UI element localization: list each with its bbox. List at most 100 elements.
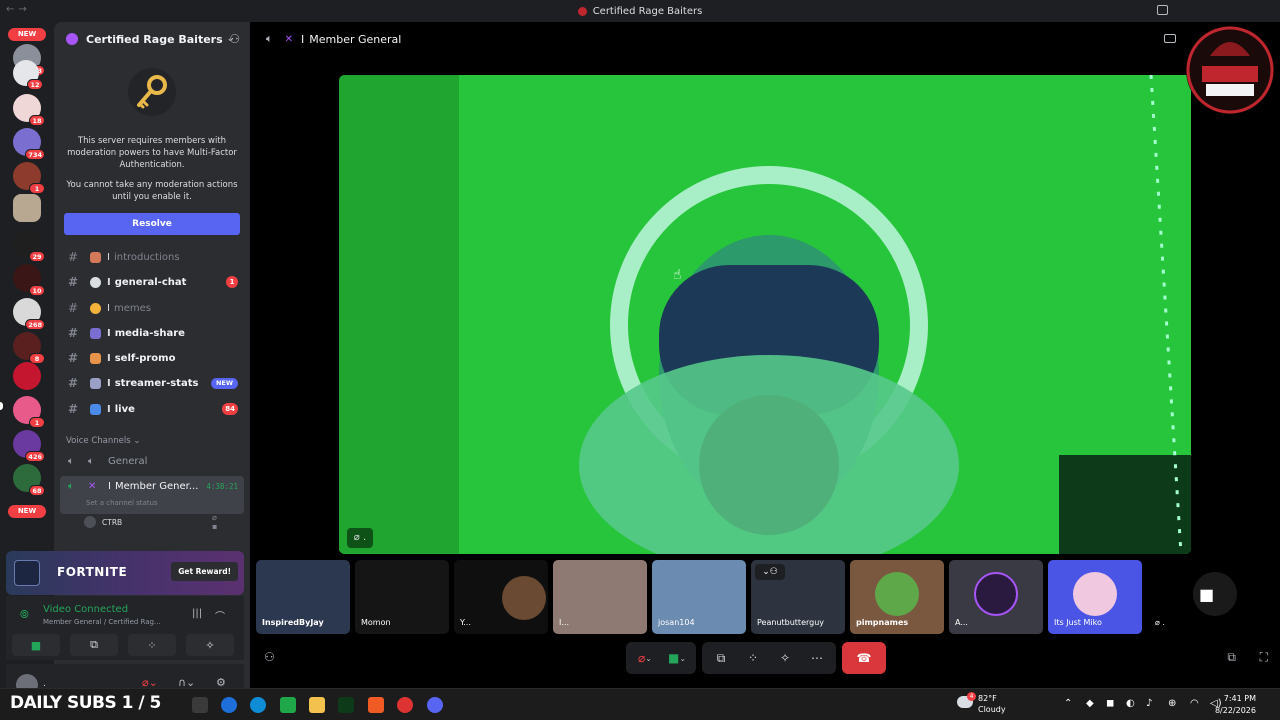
channel-status[interactable]: Set a channel status [86, 499, 158, 507]
channel-self-promo[interactable]: # I self-promo [60, 347, 244, 369]
server-icon-6[interactable] [13, 194, 41, 222]
server-icon-5[interactable]: 1 [13, 162, 45, 194]
channel-live[interactable]: # I live 84 [60, 398, 244, 420]
screen-share-button[interactable]: ⧉ [70, 634, 118, 656]
channel-general-chat[interactable]: # I general-chat 1 [60, 271, 244, 293]
voice-channel-member-general[interactable]: 🔈︎ ✕ I Member Gener... 4:38:21 Set a cha… [60, 476, 244, 514]
participant-tile[interactable]: InspiredByJay [256, 560, 350, 634]
participant-name: I... [559, 618, 569, 627]
server-icon-9[interactable]: 268 [13, 298, 45, 330]
microphone-icon[interactable]: ♪ [1146, 698, 1152, 709]
mention-badge: 268 [25, 319, 45, 330]
focused-video[interactable]: ☝︎ ⌀ . [339, 75, 1191, 554]
signal-icon[interactable]: ⦾ [20, 608, 29, 622]
participant-tile[interactable]: ■ ⌀ . [1147, 560, 1265, 634]
soundboard-button[interactable]: ✧ [772, 645, 798, 671]
tray-icon-3[interactable]: ◐ [1126, 698, 1135, 709]
avatar [875, 572, 919, 616]
channel-media-share[interactable]: # I media-share [60, 322, 244, 344]
new-servers-pill-bottom[interactable]: NEW [8, 505, 46, 518]
channel-name: memes [113, 302, 151, 314]
popout-icon[interactable]: ⧉ [1227, 650, 1236, 665]
server-icon-7[interactable]: 29 [13, 230, 45, 262]
brave-icon[interactable] [368, 697, 384, 713]
add-people-icon[interactable]: ⚇ [264, 650, 275, 664]
inbox-icon[interactable] [1157, 5, 1168, 15]
tray-icon-1[interactable]: ◆ [1086, 698, 1094, 709]
app-icon-4[interactable] [397, 697, 413, 713]
channel-prefix: I [108, 481, 111, 492]
mention-badge: 12 [27, 79, 43, 90]
channel-streamer-stats[interactable]: # I streamer-stats NEW [60, 372, 244, 394]
disconnect-button[interactable]: ☎ [842, 642, 886, 674]
play-icon [90, 403, 101, 415]
participant-tile[interactable]: ⌄⚇ Peanutbutterguy [751, 560, 845, 634]
focus-toggle-icon[interactable]: ⌄⚇ [755, 564, 785, 580]
chevron-down-icon[interactable]: ⌄ [645, 654, 652, 663]
soundboard-button[interactable]: ✧ [186, 634, 234, 656]
resolve-button[interactable]: Resolve [64, 213, 240, 235]
voice-status: Video Connected [43, 604, 129, 615]
app-icon-1[interactable] [221, 697, 237, 713]
server-icon-3[interactable]: 18 [13, 94, 45, 126]
chevron-down-icon[interactable]: ⌄ [679, 654, 686, 663]
get-reward-button[interactable]: Get Reward! [171, 562, 238, 581]
edge-icon[interactable] [250, 697, 266, 713]
clock-time: 7:41 PM [1223, 694, 1256, 703]
voice-category[interactable]: Voice Channels ⌄ [66, 436, 140, 446]
server-icon-14[interactable]: 68 [13, 464, 45, 496]
server-icon-8[interactable]: 10 [13, 264, 45, 296]
server-icon-13[interactable]: 426 [13, 430, 45, 462]
participant-tile[interactable]: josan104 [652, 560, 746, 634]
server-header[interactable]: Certified Rage Baiters ⌄ ⚇ [54, 22, 250, 56]
server-icon-2[interactable]: 12 [13, 60, 43, 90]
activities-button[interactable]: ⁘ [740, 645, 766, 671]
more-options-button[interactable]: ⋯ [804, 645, 830, 671]
mic-muted-button[interactable]: ⌀ ⌄ [632, 645, 658, 671]
disconnect-icon[interactable]: ⌒ [215, 608, 225, 623]
weather-widget[interactable]: 82°F Cloudy [978, 693, 1006, 715]
task-view-icon[interactable] [192, 697, 208, 713]
system-clock[interactable]: 7:41 PM 8/22/2026 [1215, 693, 1256, 717]
invite-people-icon[interactable]: ⚇ [229, 32, 240, 46]
chat-icon[interactable] [1164, 34, 1176, 43]
voice-location[interactable]: Member General / Certified Rag... [43, 618, 161, 626]
new-servers-pill[interactable]: NEW [8, 28, 46, 41]
avatar [1073, 572, 1117, 616]
chevron-up-icon[interactable]: ⌃ [1064, 698, 1072, 709]
fullscreen-icon[interactable]: ⛶ [1260, 650, 1268, 665]
network-icon[interactable]: ⊕ [1168, 698, 1176, 709]
app-icon-2[interactable] [280, 697, 296, 713]
wifi-icon[interactable]: ◠ [1190, 698, 1199, 709]
server-icon-10[interactable]: 8 [13, 332, 45, 364]
history-nav-icon[interactable]: ←→ [6, 4, 31, 15]
participant-tile[interactable]: Its Just Miko [1048, 560, 1142, 634]
voice-member[interactable]: CTRB ⌀ ▪ [84, 513, 217, 531]
camera-button[interactable]: ■ [12, 634, 60, 656]
file-explorer-icon[interactable] [309, 697, 325, 713]
participant-name: Its Just Miko [1054, 618, 1102, 627]
participant-tile[interactable]: Momon [355, 560, 449, 634]
discord-icon[interactable] [427, 697, 443, 713]
fortnite-promo[interactable]: FORTNITE Get Reward! [6, 551, 244, 595]
participant-tile[interactable]: pimpnames [850, 560, 944, 634]
mic-muted-icon: ⌀ . [1155, 618, 1165, 627]
participant-tile[interactable]: A... [949, 560, 1043, 634]
promo-logo: FORTNITE [57, 565, 128, 579]
server-icon-4[interactable]: 734 [13, 128, 45, 160]
participant-tile[interactable]: Y... [454, 560, 548, 634]
channel-introductions[interactable]: # I introductions [60, 246, 244, 268]
server-icon-11[interactable] [13, 362, 41, 390]
app-icon-3[interactable] [338, 697, 354, 713]
screen-share-button[interactable]: ⧉ [708, 645, 734, 671]
participant-tile[interactable]: I... [553, 560, 647, 634]
channel-name: introductions [113, 251, 180, 263]
camera-button[interactable]: ■ ⌄ [664, 645, 690, 671]
tray-icon-2[interactable]: ◼ [1106, 698, 1114, 709]
server-icon-12[interactable]: 1 [13, 396, 45, 428]
voice-channel-general[interactable]: 🔈︎ 🔈︎ General [60, 450, 244, 472]
channel-memes[interactable]: # I memes [60, 297, 244, 319]
hash-icon: # [68, 326, 79, 340]
noise-suppression-icon[interactable]: ||| [192, 608, 202, 619]
activities-button[interactable]: ⁘ [128, 634, 176, 656]
